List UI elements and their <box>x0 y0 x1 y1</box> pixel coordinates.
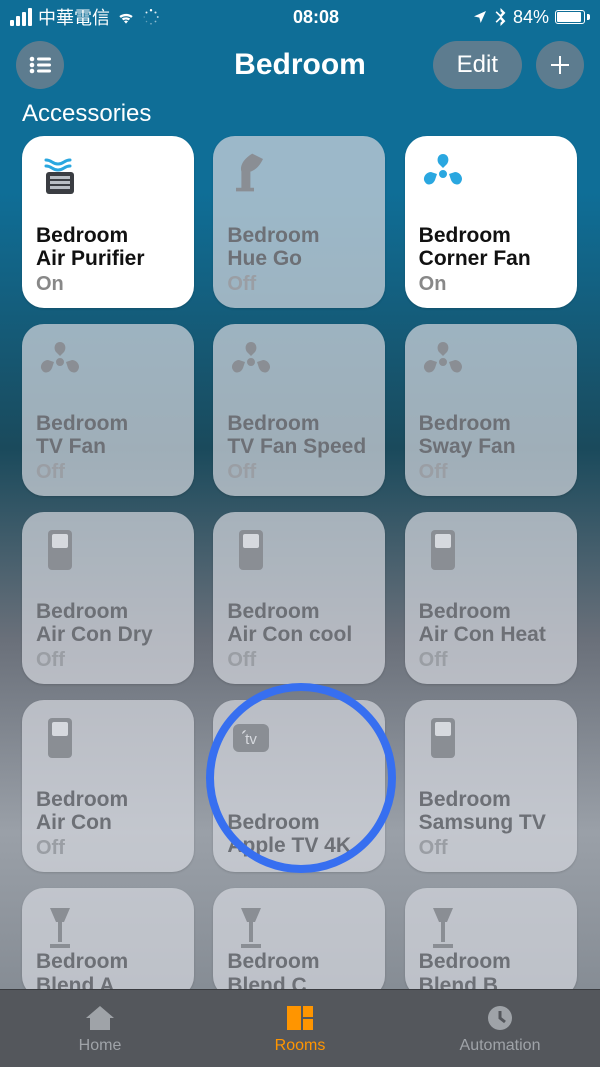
accessory-tile[interactable]: Bedroom Blend B <box>405 888 577 998</box>
purifier-icon <box>36 150 84 198</box>
tile-state: On <box>419 273 563 296</box>
tile-state: Off <box>227 461 371 484</box>
location-icon <box>472 9 488 25</box>
tile-name: TV Fan <box>36 435 180 459</box>
carrier-label: 中華電信 <box>38 4 110 30</box>
tab-label: Home <box>79 1037 122 1055</box>
fan-icon <box>419 150 467 198</box>
plus-icon <box>548 53 572 77</box>
automation-icon <box>483 1003 517 1033</box>
tile-room: Bedroom <box>227 811 371 835</box>
tile-state: Off <box>419 837 563 860</box>
tab-label: Automation <box>460 1037 541 1055</box>
tile-state: Off <box>36 837 180 860</box>
tab-bar: Home Rooms Automation <box>0 989 600 1067</box>
screen: { "statusbar": { "carrier": "中華電信", "tim… <box>0 0 600 1067</box>
floorlamp-icon <box>227 902 275 950</box>
list-icon <box>28 55 52 75</box>
accessory-tile[interactable]: Bedroom Air Con cool Off <box>213 512 385 684</box>
tile-room: Bedroom <box>36 788 180 812</box>
tile-state: Off <box>36 649 180 672</box>
switch-icon <box>419 714 467 762</box>
home-icon <box>83 1003 117 1033</box>
tab-label: Rooms <box>275 1037 326 1055</box>
accessory-tile[interactable]: Bedroom Sway Fan Off <box>405 324 577 496</box>
accessories-grid: Bedroom Air Purifier On Bedroom Hue Go O… <box>0 136 600 998</box>
status-bar: 中華電信 08:08 84% <box>0 0 600 34</box>
accessory-tile[interactable]: Bedroom Hue Go Off <box>213 136 385 308</box>
tile-state: Off <box>36 461 180 484</box>
wifi-icon <box>116 9 136 25</box>
edit-button[interactable]: Edit <box>433 41 522 89</box>
accessory-tile[interactable]: Bedroom Apple TV 4K <box>213 700 385 872</box>
battery-icon <box>555 10 590 24</box>
accessory-tile[interactable]: Bedroom Air Con Off <box>22 700 194 872</box>
tile-room: Bedroom <box>419 412 563 436</box>
accessory-tile[interactable]: Bedroom TV Fan Off <box>22 324 194 496</box>
rooms-icon <box>283 1003 317 1033</box>
tile-name: Corner Fan <box>419 247 563 271</box>
clock: 08:08 <box>293 7 339 28</box>
tile-name: Air Con cool <box>227 623 371 647</box>
tile-name: Samsung TV <box>419 811 563 835</box>
bluetooth-icon <box>494 8 507 26</box>
list-button[interactable] <box>16 41 64 89</box>
tab-rooms[interactable]: Rooms <box>201 1003 399 1055</box>
appletv-icon <box>227 714 275 762</box>
switch-icon <box>36 526 84 574</box>
add-button[interactable] <box>536 41 584 89</box>
tile-name: Sway Fan <box>419 435 563 459</box>
tile-name: Air Con <box>36 811 180 835</box>
accessory-tile[interactable]: Bedroom Corner Fan On <box>405 136 577 308</box>
fan-icon <box>36 338 84 386</box>
tile-room: Bedroom <box>227 412 371 436</box>
tile-state: Off <box>227 273 371 296</box>
tile-name: TV Fan Speed <box>227 435 371 459</box>
tile-name: Apple TV 4K <box>227 834 371 858</box>
accessory-tile[interactable]: Bedroom Blend A <box>22 888 194 998</box>
floorlamp-icon <box>36 902 84 950</box>
tile-name: Hue Go <box>227 247 371 271</box>
section-title: Accessories <box>0 96 600 136</box>
lamp-icon <box>227 150 275 198</box>
switch-icon <box>36 714 84 762</box>
tile-room: Bedroom <box>36 600 180 624</box>
tile-room: Bedroom <box>419 788 563 812</box>
floorlamp-icon <box>419 902 467 950</box>
tile-name: Air Con Heat <box>419 623 563 647</box>
tile-room: Bedroom <box>419 224 563 248</box>
tile-room: Bedroom <box>36 224 180 248</box>
accessory-tile[interactable]: Bedroom Blend C <box>213 888 385 998</box>
tile-room: Bedroom <box>36 412 180 436</box>
tile-room: Bedroom <box>227 600 371 624</box>
nav-bar: Bedroom Edit <box>0 34 600 96</box>
status-right: 84% <box>472 7 590 28</box>
tile-state: Off <box>419 649 563 672</box>
cell-signal-icon <box>10 8 32 26</box>
tile-name: Air Purifier <box>36 247 180 271</box>
tile-room: Bedroom <box>227 224 371 248</box>
tile-state: Off <box>419 461 563 484</box>
tile-state: On <box>36 273 180 296</box>
accessory-tile[interactable]: Bedroom Air Con Heat Off <box>405 512 577 684</box>
fan-icon <box>227 338 275 386</box>
loading-spinner-icon <box>142 8 160 26</box>
accessory-tile[interactable]: Bedroom Air Purifier On <box>22 136 194 308</box>
tile-state: Off <box>227 649 371 672</box>
accessory-tile[interactable]: Bedroom Samsung TV Off <box>405 700 577 872</box>
switch-icon <box>419 526 467 574</box>
tile-room: Bedroom <box>419 600 563 624</box>
tile-room: Bedroom <box>419 950 563 974</box>
tile-room: Bedroom <box>36 950 180 974</box>
switch-icon <box>227 526 275 574</box>
tab-automation[interactable]: Automation <box>401 1003 599 1055</box>
fan-icon <box>419 338 467 386</box>
tab-home[interactable]: Home <box>1 1003 199 1055</box>
tile-name: Air Con Dry <box>36 623 180 647</box>
battery-pct: 84% <box>513 7 549 28</box>
accessory-tile[interactable]: Bedroom TV Fan Speed Off <box>213 324 385 496</box>
tile-room: Bedroom <box>227 950 371 974</box>
accessory-tile[interactable]: Bedroom Air Con Dry Off <box>22 512 194 684</box>
status-left: 中華電信 <box>10 4 160 30</box>
